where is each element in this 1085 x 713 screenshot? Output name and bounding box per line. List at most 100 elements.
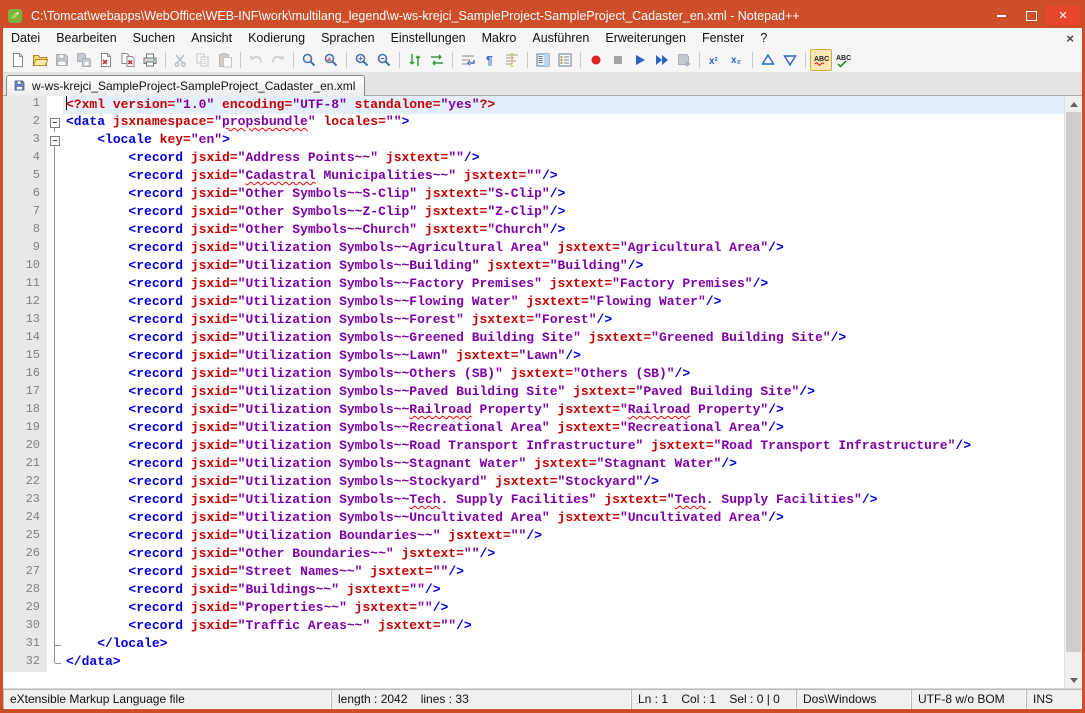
- code-line[interactable]: <?xml version="1.0" encoding="UTF-8" sta…: [63, 96, 1064, 114]
- menu-item-datei[interactable]: Datei: [3, 28, 48, 48]
- run-macro-multiple-icon[interactable]: [651, 49, 673, 71]
- code-line[interactable]: <record jsxid="Utilization Boundaries~~"…: [63, 528, 1064, 546]
- code-line[interactable]: </locale>: [63, 636, 1064, 654]
- save-icon[interactable]: [51, 49, 73, 71]
- menu-close-icon[interactable]: ×: [1066, 31, 1074, 46]
- indent-guide-icon[interactable]: [501, 49, 523, 71]
- save-all-icon[interactable]: [73, 49, 95, 71]
- find-icon[interactable]: [298, 49, 320, 71]
- menu-item-suchen[interactable]: Suchen: [125, 28, 183, 48]
- document-tab[interactable]: w-ws-krejci_SampleProject-SampleProject_…: [6, 75, 365, 96]
- code-line[interactable]: <record jsxid="Utilization Symbols~~Uncu…: [63, 510, 1064, 528]
- code-line[interactable]: <record jsxid="Utilization Symbols~~Agri…: [63, 240, 1064, 258]
- notepad-plus-plus-app-icon[interactable]: [7, 8, 25, 24]
- code-line[interactable]: <record jsxid="Street Names~~" jsxtext="…: [63, 564, 1064, 582]
- code-line[interactable]: <record jsxid="Utilization Symbols~~Fact…: [63, 276, 1064, 294]
- zoom-in-icon[interactable]: [351, 49, 373, 71]
- function-list-icon[interactable]: [554, 49, 576, 71]
- zoom-out-icon[interactable]: [373, 49, 395, 71]
- subscript-icon[interactable]: x₂: [726, 49, 748, 71]
- code-token: jsxtext=: [550, 240, 620, 255]
- status-encoding[interactable]: UTF-8 w/o BOM: [911, 689, 1026, 709]
- copy-icon[interactable]: [192, 49, 214, 71]
- code-line[interactable]: <record jsxid="Traffic Areas~~" jsxtext=…: [63, 618, 1064, 636]
- code-line[interactable]: <record jsxid="Utilization Symbols~~Tech…: [63, 492, 1064, 510]
- code-line[interactable]: <data jsxnamespace="propsbundle" locales…: [63, 114, 1064, 132]
- menu-item-fenster[interactable]: Fenster: [694, 28, 752, 48]
- menu-item-ansicht[interactable]: Ansicht: [183, 28, 240, 48]
- redo-icon[interactable]: [267, 49, 289, 71]
- menu-item-help[interactable]: ?: [752, 28, 775, 48]
- code-token: "": [448, 150, 464, 165]
- print-icon[interactable]: [139, 49, 161, 71]
- replace-icon[interactable]: a: [320, 49, 342, 71]
- auto-spellcheck-icon[interactable]: ABC: [810, 49, 832, 71]
- show-all-characters-icon[interactable]: ¶: [479, 49, 501, 71]
- code-line[interactable]: <record jsxid="Address Points~~" jsxtext…: [63, 150, 1064, 168]
- code-line[interactable]: <record jsxid="Utilization Symbols~~Road…: [63, 438, 1064, 456]
- superscript-icon[interactable]: x²: [704, 49, 726, 71]
- code-line[interactable]: <record jsxid="Utilization Symbols~~Rail…: [63, 402, 1064, 420]
- record-macro-icon[interactable]: [585, 49, 607, 71]
- fold-toggle-icon[interactable]: [47, 114, 63, 132]
- close-file-icon[interactable]: [95, 49, 117, 71]
- open-file-icon[interactable]: [29, 49, 51, 71]
- word-wrap-icon[interactable]: [457, 49, 479, 71]
- menu-item-sprachen[interactable]: Sprachen: [313, 28, 383, 48]
- sync-vertical-scroll-icon[interactable]: [404, 49, 426, 71]
- code-line[interactable]: <record jsxid="Utilization Symbols~~Lawn…: [63, 348, 1064, 366]
- code-line[interactable]: <record jsxid="Utilization Symbols~~Othe…: [63, 366, 1064, 384]
- vertical-scrollbar[interactable]: [1064, 96, 1082, 688]
- menu-item-ausfhren[interactable]: Ausführen: [524, 28, 597, 48]
- spellcheck-icon[interactable]: ABC: [832, 49, 854, 71]
- undo-icon[interactable]: [245, 49, 267, 71]
- code-line[interactable]: <record jsxid="Utilization Symbols~~Stag…: [63, 456, 1064, 474]
- code-line[interactable]: <record jsxid="Utilization Symbols~~Stoc…: [63, 474, 1064, 492]
- code-line[interactable]: <record jsxid="Other Symbols~~Z-Clip" js…: [63, 204, 1064, 222]
- document-map-icon[interactable]: [532, 49, 554, 71]
- menu-item-erweiterungen[interactable]: Erweiterungen: [597, 28, 694, 48]
- code-token: <?xml: [66, 97, 113, 112]
- code-line[interactable]: <record jsxid="Utilization Symbols~~Buil…: [63, 258, 1064, 276]
- sort-ascending-icon[interactable]: [757, 49, 779, 71]
- scrollbar-thumb[interactable]: [1066, 112, 1081, 652]
- sort-descending-icon[interactable]: [779, 49, 801, 71]
- code-line[interactable]: <record jsxid="Buildings~~" jsxtext=""/>: [63, 582, 1064, 600]
- paste-icon[interactable]: [214, 49, 236, 71]
- code-line[interactable]: <record jsxid="Utilization Symbols~~Flow…: [63, 294, 1064, 312]
- menu-item-einstellungen[interactable]: Einstellungen: [383, 28, 474, 48]
- code-line[interactable]: <record jsxid="Utilization Symbols~~Gree…: [63, 330, 1064, 348]
- status-eol-format[interactable]: Dos\Windows: [796, 689, 911, 709]
- new-file-icon[interactable]: [7, 49, 29, 71]
- code-line[interactable]: <record jsxid="Other Symbols~~Church" js…: [63, 222, 1064, 240]
- scroll-down-arrow-icon[interactable]: [1065, 672, 1082, 688]
- code-line[interactable]: <record jsxid="Other Symbols~~S-Clip" js…: [63, 186, 1064, 204]
- code-line[interactable]: <record jsxid="Cadastral Municipalities~…: [63, 168, 1064, 186]
- play-macro-icon[interactable]: [629, 49, 651, 71]
- close-all-icon[interactable]: [117, 49, 139, 71]
- sync-horizontal-scroll-icon[interactable]: [426, 49, 448, 71]
- status-insert-mode[interactable]: INS: [1026, 689, 1082, 709]
- stop-macro-icon[interactable]: [607, 49, 629, 71]
- code-line[interactable]: </data>: [63, 654, 1064, 672]
- editor-line: 2<data jsxnamespace="propsbundle" locale…: [3, 114, 1064, 132]
- code-line[interactable]: <record jsxid="Utilization Symbols~~Pave…: [63, 384, 1064, 402]
- menu-item-makro[interactable]: Makro: [474, 28, 525, 48]
- code-line[interactable]: <record jsxid="Utilization Symbols~~Recr…: [63, 420, 1064, 438]
- title-bar[interactable]: C:\Tomcat\webapps\WebOffice\WEB-INF\work…: [3, 3, 1082, 28]
- cut-icon[interactable]: [170, 49, 192, 71]
- menu-item-bearbeiten[interactable]: Bearbeiten: [48, 28, 124, 48]
- minimize-button[interactable]: [986, 6, 1016, 25]
- fold-toggle-icon[interactable]: [47, 132, 63, 150]
- code-line[interactable]: <locale key="en">: [63, 132, 1064, 150]
- editor-lines[interactable]: 1<?xml version="1.0" encoding="UTF-8" st…: [3, 96, 1064, 688]
- code-token: jsxtext=: [526, 456, 596, 471]
- menu-item-kodierung[interactable]: Kodierung: [240, 28, 313, 48]
- code-line[interactable]: <record jsxid="Other Boundaries~~" jsxte…: [63, 546, 1064, 564]
- code-line[interactable]: <record jsxid="Properties~~" jsxtext=""/…: [63, 600, 1064, 618]
- close-button[interactable]: ×: [1046, 6, 1080, 25]
- scroll-up-arrow-icon[interactable]: [1065, 96, 1082, 112]
- code-line[interactable]: <record jsxid="Utilization Symbols~~Fore…: [63, 312, 1064, 330]
- maximize-button[interactable]: [1016, 6, 1046, 25]
- save-macro-icon[interactable]: [673, 49, 695, 71]
